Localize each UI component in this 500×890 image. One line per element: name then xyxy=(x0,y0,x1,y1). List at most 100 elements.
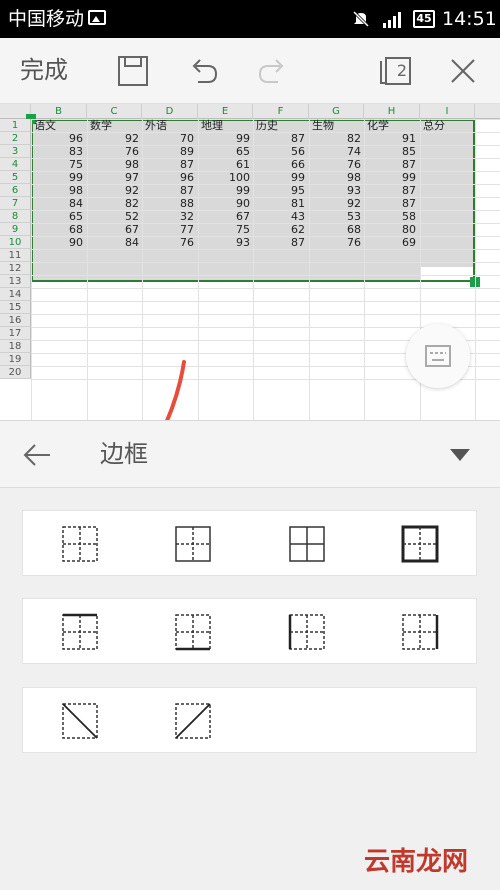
data-cell[interactable]: 89 xyxy=(142,145,194,158)
border-all-solid-icon[interactable] xyxy=(288,525,326,563)
column-header[interactable]: C xyxy=(87,104,142,119)
row-header[interactable]: 15 xyxy=(0,301,31,314)
border-all-dashed-icon[interactable] xyxy=(61,525,99,563)
data-cell[interactable]: 85 xyxy=(364,145,416,158)
data-cell[interactable]: 61 xyxy=(198,158,250,171)
data-cell[interactable]: 92 xyxy=(87,132,139,145)
row-header[interactable]: 8 xyxy=(0,210,31,223)
row-header[interactable]: 17 xyxy=(0,327,31,340)
save-icon[interactable] xyxy=(116,54,150,88)
column-header[interactable]: I xyxy=(420,104,475,119)
header-cell[interactable]: 生物 xyxy=(312,119,334,132)
row-header[interactable]: 13 xyxy=(0,275,31,288)
data-cell[interactable]: 84 xyxy=(31,197,83,210)
data-cell[interactable]: 92 xyxy=(87,184,139,197)
keyboard-toggle-button[interactable] xyxy=(406,324,470,388)
data-cell[interactable]: 98 xyxy=(309,171,361,184)
row-header[interactable]: 19 xyxy=(0,353,31,366)
data-cell[interactable]: 90 xyxy=(198,197,250,210)
row-header[interactable]: 11 xyxy=(0,249,31,262)
border-thick-outer-icon[interactable] xyxy=(401,525,439,563)
data-cell[interactable]: 76 xyxy=(309,158,361,171)
data-cell[interactable]: 87 xyxy=(364,197,416,210)
redo-icon[interactable] xyxy=(256,54,290,88)
data-cell[interactable]: 65 xyxy=(198,145,250,158)
border-top-icon[interactable] xyxy=(61,613,99,651)
row-header[interactable]: 9 xyxy=(0,223,31,236)
done-button[interactable]: 完成 xyxy=(20,54,68,86)
data-cell[interactable]: 80 xyxy=(364,223,416,236)
row-header[interactable]: 18 xyxy=(0,340,31,353)
data-cell[interactable]: 67 xyxy=(87,223,139,236)
data-cell[interactable]: 91 xyxy=(364,132,416,145)
data-cell[interactable]: 99 xyxy=(198,132,250,145)
data-cell[interactable]: 96 xyxy=(31,132,83,145)
column-header[interactable]: B xyxy=(31,104,87,119)
data-cell[interactable]: 90 xyxy=(31,236,83,249)
column-header[interactable]: F xyxy=(253,104,309,119)
data-cell[interactable]: 52 xyxy=(87,210,139,223)
data-cell[interactable]: 99 xyxy=(198,184,250,197)
close-icon[interactable] xyxy=(446,54,480,88)
row-header[interactable]: 3 xyxy=(0,145,31,158)
border-right-icon[interactable] xyxy=(401,613,439,651)
header-cell[interactable]: 外语 xyxy=(145,119,167,132)
data-cell[interactable]: 87 xyxy=(253,132,305,145)
header-cell[interactable]: 数学 xyxy=(90,119,112,132)
border-bottom-icon[interactable] xyxy=(174,613,212,651)
data-cell[interactable]: 99 xyxy=(31,171,83,184)
data-cell[interactable]: 84 xyxy=(87,236,139,249)
data-cell[interactable]: 87 xyxy=(142,158,194,171)
data-cell[interactable]: 76 xyxy=(142,236,194,249)
data-cell[interactable]: 100 xyxy=(198,171,250,184)
data-cell[interactable]: 96 xyxy=(142,171,194,184)
back-arrow-icon[interactable] xyxy=(22,441,52,469)
data-cell[interactable]: 62 xyxy=(253,223,305,236)
collapse-panel-icon[interactable] xyxy=(450,449,470,461)
row-header[interactable]: 2 xyxy=(0,132,31,145)
data-cell[interactable]: 87 xyxy=(364,158,416,171)
row-header[interactable]: 1 xyxy=(0,119,31,132)
data-cell[interactable]: 76 xyxy=(87,145,139,158)
row-header[interactable]: 6 xyxy=(0,184,31,197)
data-cell[interactable]: 43 xyxy=(253,210,305,223)
data-cell[interactable]: 98 xyxy=(87,158,139,171)
data-cell[interactable]: 53 xyxy=(309,210,361,223)
data-cell[interactable]: 93 xyxy=(198,236,250,249)
header-cell[interactable]: 地理 xyxy=(201,119,223,132)
row-header[interactable]: 20 xyxy=(0,366,31,379)
data-cell[interactable]: 93 xyxy=(309,184,361,197)
header-cell[interactable]: 总分 xyxy=(423,119,445,132)
data-cell[interactable]: 92 xyxy=(309,197,361,210)
column-header[interactable]: E xyxy=(198,104,253,119)
data-cell[interactable]: 56 xyxy=(253,145,305,158)
data-cell[interactable]: 68 xyxy=(309,223,361,236)
data-cell[interactable]: 70 xyxy=(142,132,194,145)
data-cell[interactable]: 81 xyxy=(253,197,305,210)
data-cell[interactable]: 97 xyxy=(87,171,139,184)
data-cell[interactable]: 87 xyxy=(253,236,305,249)
data-cell[interactable]: 88 xyxy=(142,197,194,210)
row-header[interactable]: 7 xyxy=(0,197,31,210)
data-cell[interactable]: 99 xyxy=(364,171,416,184)
border-outer-solid-icon[interactable] xyxy=(174,525,212,563)
header-cell[interactable]: 历史 xyxy=(256,119,278,132)
row-header[interactable]: 10 xyxy=(0,236,31,249)
row-header[interactable]: 4 xyxy=(0,158,31,171)
data-cell[interactable]: 74 xyxy=(309,145,361,158)
data-cell[interactable]: 58 xyxy=(364,210,416,223)
data-cell[interactable]: 82 xyxy=(87,197,139,210)
column-header[interactable]: D xyxy=(142,104,198,119)
header-cell[interactable]: 化学 xyxy=(367,119,389,132)
row-header[interactable]: 16 xyxy=(0,314,31,327)
data-cell[interactable]: 99 xyxy=(253,171,305,184)
undo-icon[interactable] xyxy=(186,54,220,88)
spreadsheet[interactable]: B C D E F G H I 1 2 3 4 5 6 7 8 9 10 11 12 13 14 15 16 1… xyxy=(0,104,500,420)
data-cell[interactable]: 65 xyxy=(31,210,83,223)
data-cell[interactable]: 68 xyxy=(31,223,83,236)
header-cell[interactable]: 语文 xyxy=(34,119,56,132)
column-header[interactable]: G xyxy=(309,104,364,119)
empty-total-cell[interactable] xyxy=(420,267,473,280)
row-header[interactable]: 5 xyxy=(0,171,31,184)
data-cell[interactable]: 87 xyxy=(364,184,416,197)
